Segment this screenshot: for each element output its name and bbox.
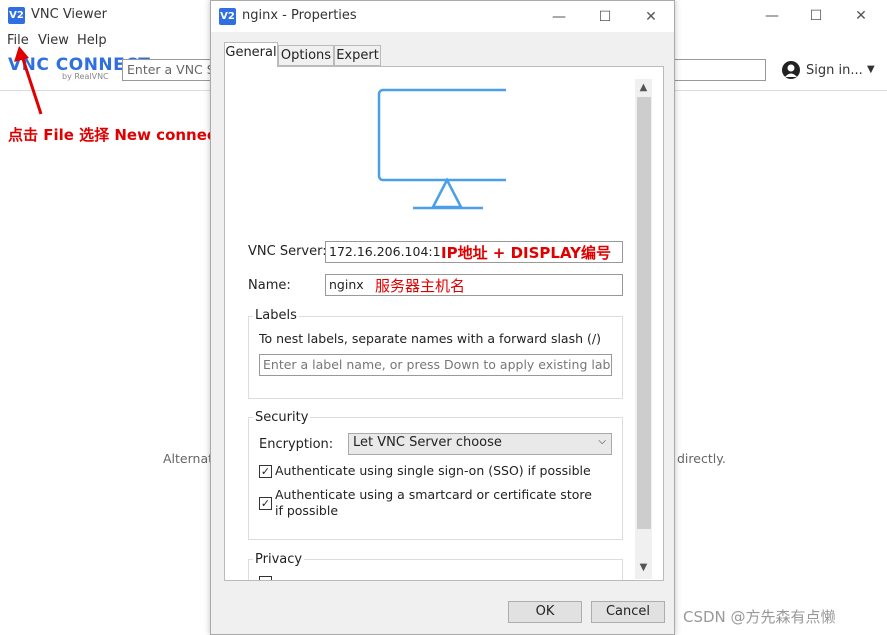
name-input[interactable]: nginx bbox=[325, 274, 623, 296]
labels-group-title: Labels bbox=[253, 308, 299, 323]
dialog-maximize-icon[interactable]: ☐ bbox=[595, 7, 615, 27]
tab-options[interactable]: Options bbox=[278, 45, 334, 66]
name-label: Name: bbox=[248, 278, 291, 293]
sso-label: Authenticate using single sign-on (SSO) … bbox=[275, 463, 591, 478]
monitor-icon bbox=[377, 88, 506, 210]
annotation-server-hint: IP地址 + DISPLAY编号 bbox=[441, 244, 612, 262]
encryption-select[interactable]: Let VNC Server choose ⌵ bbox=[348, 433, 612, 455]
scroll-down-icon[interactable]: ▼ bbox=[635, 559, 652, 576]
smartcard-checkbox[interactable]: ✓ bbox=[259, 497, 272, 510]
smartcard-label: Authenticate using a smartcard or certif… bbox=[275, 487, 592, 518]
main-window-title: VNC Viewer bbox=[31, 7, 108, 22]
privacy-checkbox[interactable] bbox=[259, 576, 272, 580]
vnc-logo-icon: V2 bbox=[8, 7, 25, 24]
empty-state-hint-right: directly. bbox=[677, 451, 726, 466]
privacy-group-title: Privacy bbox=[253, 552, 305, 567]
chevron-down-icon: ⌵ bbox=[598, 436, 606, 447]
tab-expert[interactable]: Expert bbox=[334, 45, 381, 66]
dialog-minimize-icon[interactable]: — bbox=[549, 7, 569, 27]
dialog-title: nginx - Properties bbox=[242, 8, 357, 23]
minimize-icon[interactable]: — bbox=[762, 6, 782, 26]
close-icon[interactable]: ✕ bbox=[851, 6, 871, 26]
vnc-server-value: 172.16.206.104:1 bbox=[329, 244, 441, 259]
label-name-input[interactable]: Enter a label name, or press Down to app… bbox=[259, 354, 612, 376]
annotation-name-hint: 服务器主机名 bbox=[375, 277, 466, 295]
security-group-title: Security bbox=[253, 410, 311, 425]
search-input-tail[interactable] bbox=[672, 59, 766, 81]
menu-help[interactable]: Help bbox=[77, 33, 107, 48]
user-avatar-icon[interactable] bbox=[782, 61, 800, 79]
dialog-vnc-logo-icon: V2 bbox=[219, 8, 236, 25]
maximize-icon[interactable]: ☐ bbox=[806, 6, 826, 26]
name-value: nginx bbox=[329, 277, 364, 292]
sign-in-button[interactable]: Sign in... bbox=[806, 63, 863, 78]
encryption-value: Let VNC Server choose bbox=[353, 435, 502, 450]
annotation-arrow-icon bbox=[14, 46, 43, 115]
general-panel: VNC Server: 172.16.206.104:1 IP地址 + DISP… bbox=[224, 66, 664, 581]
privacy-group bbox=[248, 559, 623, 580]
cancel-button[interactable]: Cancel bbox=[591, 601, 665, 623]
labels-hint: To nest labels, separate names with a fo… bbox=[259, 331, 601, 346]
ok-button[interactable]: OK bbox=[508, 601, 582, 623]
scroll-up-icon[interactable]: ▲ bbox=[635, 79, 652, 96]
encryption-label: Encryption: bbox=[259, 437, 334, 452]
realvnc-tagline: by RealVNC bbox=[62, 72, 109, 81]
tab-general[interactable]: General bbox=[224, 42, 278, 67]
properties-dialog: V2 nginx - Properties — ☐ ✕ General Opti… bbox=[210, 0, 675, 635]
vnc-server-label: VNC Server: bbox=[248, 244, 327, 259]
watermark: CSDN @方先森有点懒 bbox=[683, 608, 836, 626]
empty-state-hint-left: Alternat bbox=[163, 451, 214, 466]
scrollbar-thumb[interactable] bbox=[637, 97, 651, 529]
sso-checkbox[interactable]: ✓ bbox=[259, 465, 272, 478]
dialog-close-icon[interactable]: ✕ bbox=[641, 7, 661, 27]
chevron-down-icon[interactable]: ▼ bbox=[867, 64, 875, 75]
